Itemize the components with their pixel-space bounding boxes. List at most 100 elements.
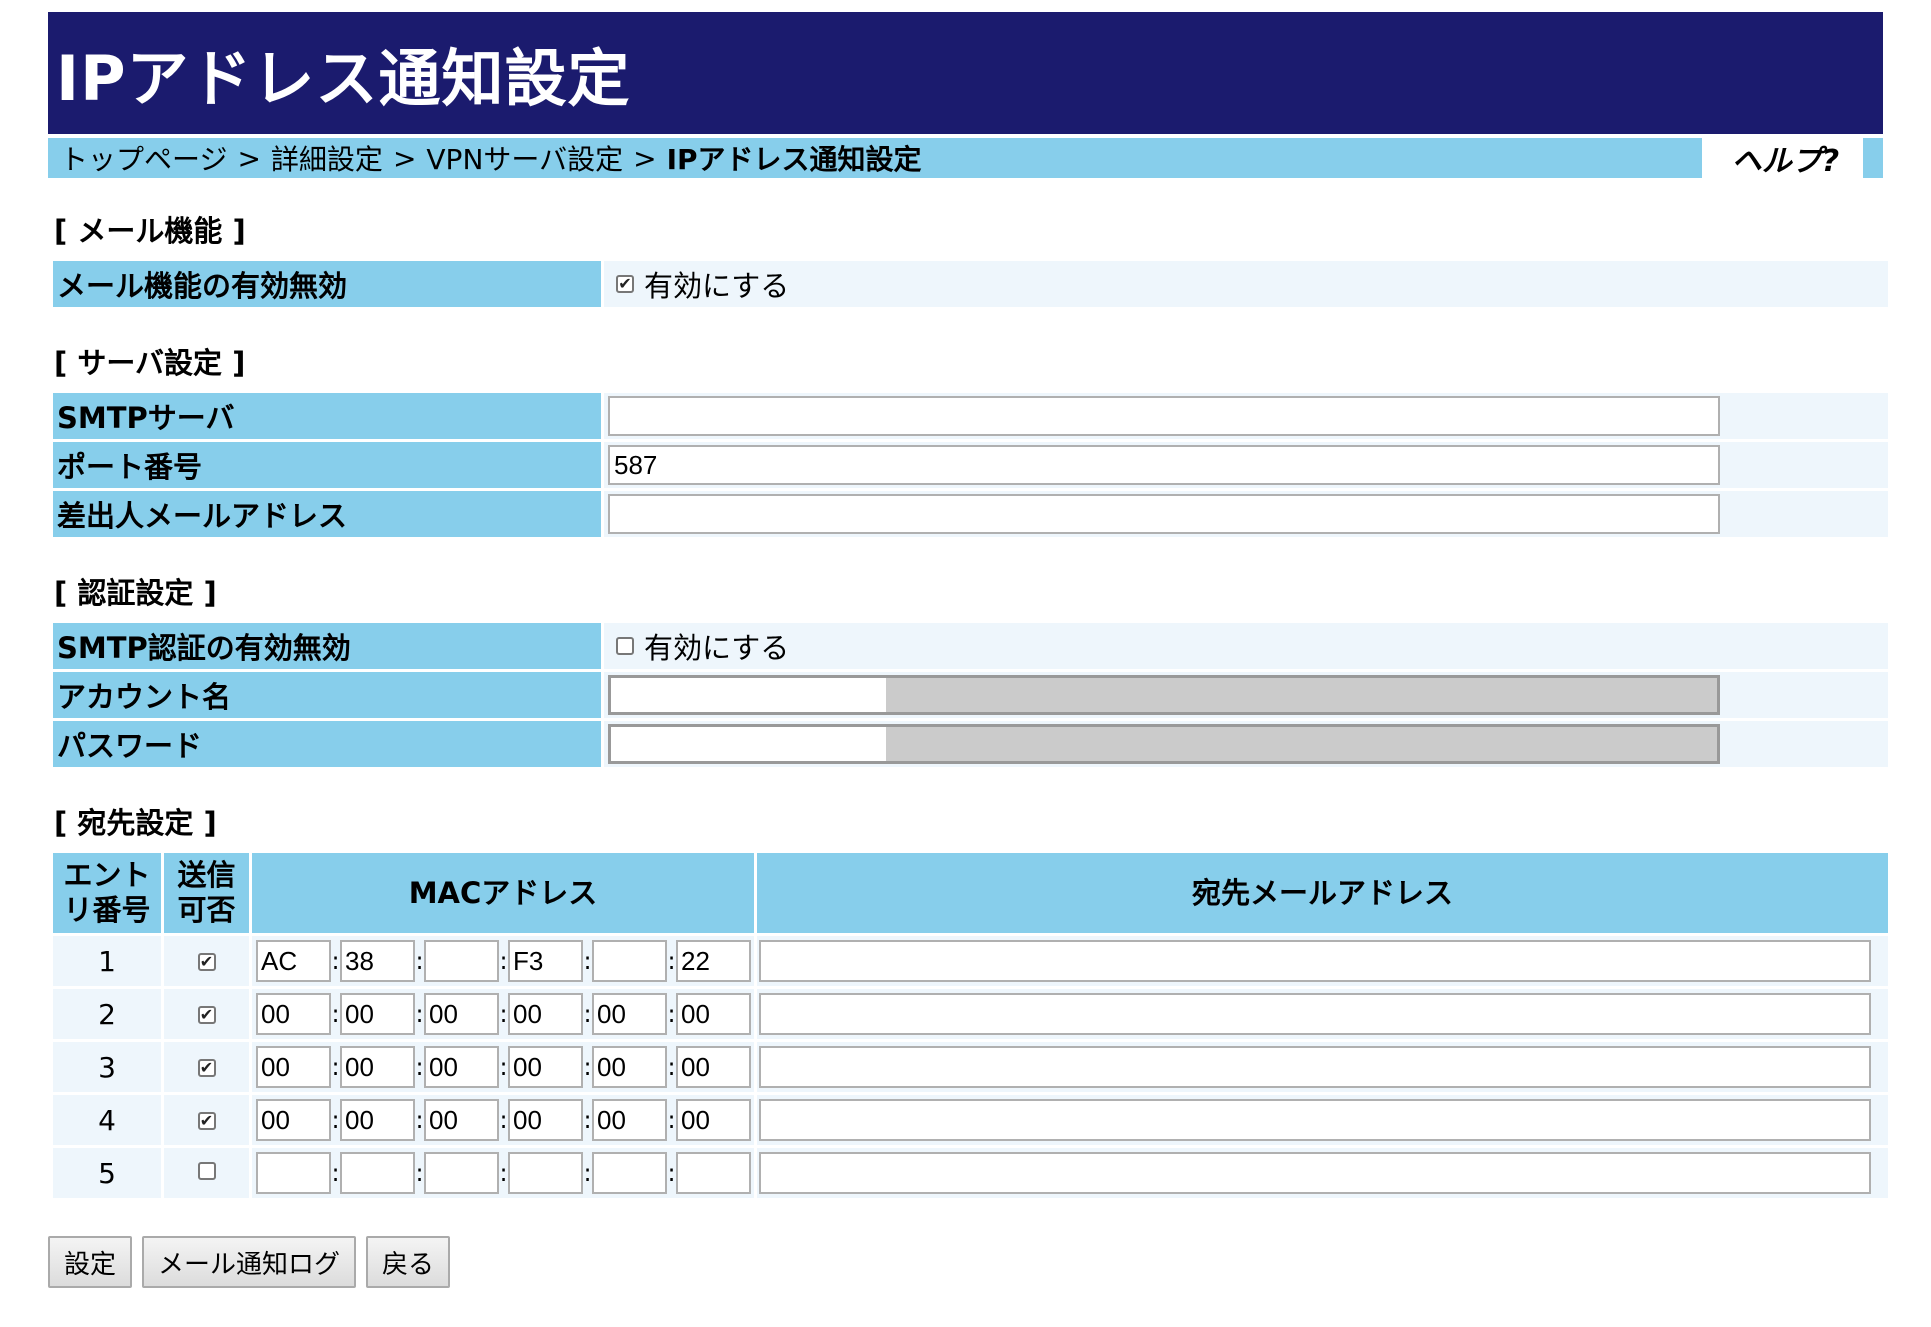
mac-colon: : xyxy=(331,1053,340,1081)
sender-email-label: 差出人メールアドレス xyxy=(53,491,601,537)
mac-segment-input[interactable]: 38 xyxy=(340,940,415,982)
smtp-auth-checkbox[interactable] xyxy=(616,637,634,655)
mac-segment-input[interactable]: 00 xyxy=(676,1046,751,1088)
entry-number: 5 xyxy=(53,1148,161,1198)
mac-segment-input[interactable]: 00 xyxy=(424,993,499,1035)
table-row: 3 ✔ 00:00:00:00:00:00 xyxy=(53,1042,1888,1092)
mac-segment-input[interactable]: 00 xyxy=(340,1099,415,1141)
mac-segment-input[interactable]: 00 xyxy=(508,993,583,1035)
mac-segment-input[interactable]: F3 xyxy=(508,940,583,982)
breadcrumb-item-top[interactable]: トップページ xyxy=(60,138,227,178)
mac-segment-input[interactable]: 00 xyxy=(592,1046,667,1088)
breadcrumb-item-detail[interactable]: 詳細設定 xyxy=(271,138,383,178)
mail-log-button[interactable]: メール通知ログ xyxy=(142,1236,357,1288)
mac-colon: : xyxy=(583,1106,592,1134)
mac-segment-input[interactable]: 00 xyxy=(256,993,331,1035)
mail-cell xyxy=(757,936,1888,986)
breadcrumb-separator: > xyxy=(237,141,261,175)
destination-rows: 1 ✔ AC:38:: F3::22 2 ✔ 00:00:00:00:00:00 3 ✔ 00:0… xyxy=(53,936,1888,1198)
back-button[interactable]: 戻る xyxy=(366,1236,451,1288)
mac-segment-input[interactable]: 00 xyxy=(508,1099,583,1141)
mac-cell: 00:00:00:00:00:00 xyxy=(252,989,754,1039)
mac-segment-input[interactable] xyxy=(424,1152,499,1194)
mac-colon: : xyxy=(583,1159,592,1187)
mac-segment-input[interactable] xyxy=(424,940,499,982)
send-cell: ✔ xyxy=(164,1042,249,1092)
col-mac-header: MACアドレス xyxy=(252,853,754,933)
mac-segment-input[interactable]: 00 xyxy=(676,993,751,1035)
mail-enable-checkbox-label[interactable]: 有効にする xyxy=(644,263,789,305)
mac-segment-input[interactable]: 22 xyxy=(676,940,751,982)
table-row: 5::::: xyxy=(53,1148,1888,1198)
mac-cell: 00:00:00:00:00:00 xyxy=(252,1095,754,1145)
mac-segment-input[interactable]: 00 xyxy=(592,993,667,1035)
port-number-input[interactable]: 587 xyxy=(608,445,1720,485)
col-entry-header-line1: エント xyxy=(63,858,151,893)
breadcrumb-separator: > xyxy=(392,141,417,175)
mac-colon: : xyxy=(667,1159,676,1187)
mac-segment-input[interactable]: 00 xyxy=(424,1046,499,1088)
send-cell: ✔ xyxy=(164,1095,249,1145)
smtp-auth-checkbox-label[interactable]: 有効にする xyxy=(644,625,789,667)
mac-segment-input[interactable]: 00 xyxy=(676,1099,751,1141)
destination-table: エント リ番号 送信 可否 MACアドレス 宛先メールアドレス 1 ✔ AC:38:… xyxy=(50,850,1891,1201)
mac-segment-input[interactable] xyxy=(340,1152,415,1194)
send-checkbox[interactable]: ✔ xyxy=(197,952,216,971)
send-cell: ✔ xyxy=(164,989,249,1039)
account-name-input xyxy=(608,675,1720,715)
sender-email-input[interactable] xyxy=(608,494,1720,534)
mac-segment-input[interactable] xyxy=(508,1152,583,1194)
mac-cell: ::::: xyxy=(252,1148,754,1198)
table-row: 1 ✔ AC:38:: F3::22 xyxy=(53,936,1888,986)
mac-segment-input[interactable] xyxy=(676,1152,751,1194)
mac-cell: AC:38:: F3::22 xyxy=(252,936,754,986)
table-row: 4 ✔ 00:00:00:00:00:00 xyxy=(53,1095,1888,1145)
col-send-header-line1: 送信 xyxy=(177,858,236,893)
server-section-heading: [ サーバ設定 ] xyxy=(54,346,246,380)
mac-segment-input[interactable] xyxy=(256,1152,331,1194)
entry-number: 1 xyxy=(53,936,161,986)
entry-number: 4 xyxy=(53,1095,161,1145)
send-cell: ✔ xyxy=(164,936,249,986)
port-number-label: ポート番号 xyxy=(53,442,601,488)
smtp-auth-label: SMTP認証の有効無効 xyxy=(53,623,601,669)
dest-email-input[interactable] xyxy=(759,993,1871,1035)
dest-section-heading: [ 宛先設定 ] xyxy=(54,806,217,840)
mac-segment-input[interactable]: 00 xyxy=(340,993,415,1035)
send-checkbox[interactable]: ✔ xyxy=(197,1058,216,1077)
help-link[interactable]: ヘルプ? xyxy=(1708,138,1883,179)
page-title: IPアドレス通知設定 xyxy=(56,42,631,115)
mac-segment-input[interactable]: AC xyxy=(256,940,331,982)
mac-segment-input[interactable]: 00 xyxy=(340,1046,415,1088)
mac-colon: : xyxy=(331,1000,340,1028)
mac-cell: 00:00:00:00:00:00 xyxy=(252,1042,754,1092)
dest-email-input[interactable] xyxy=(759,1152,1871,1194)
title-bar: IPアドレス通知設定 xyxy=(48,12,1883,134)
mail-enable-checkbox[interactable]: ✔ xyxy=(616,275,634,293)
mac-colon: : xyxy=(331,1106,340,1134)
mail-cell xyxy=(757,1148,1888,1198)
smtp-server-input[interactable] xyxy=(608,396,1720,436)
send-checkbox[interactable]: ✔ xyxy=(197,1005,216,1024)
breadcrumb-item-vpn[interactable]: VPNサーバ設定 xyxy=(426,138,623,178)
save-button[interactable]: 設定 xyxy=(48,1236,133,1288)
mac-segment-input[interactable]: 00 xyxy=(508,1046,583,1088)
col-entry-header: エント リ番号 xyxy=(53,853,161,933)
mac-colon: : xyxy=(331,1159,340,1187)
send-checkbox[interactable] xyxy=(197,1162,216,1180)
mac-segment-input[interactable] xyxy=(592,1152,667,1194)
send-checkbox[interactable]: ✔ xyxy=(197,1111,216,1130)
auth-settings-table: SMTP認証の有効無効 有効にする アカウント名 パスワード xyxy=(50,620,1891,770)
mac-segment-input[interactable]: 00 xyxy=(592,1099,667,1141)
dest-email-input[interactable] xyxy=(759,940,1871,982)
breadcrumb-bar: トップページ > 詳細設定 > VPNサーバ設定 > IPアドレス通知設定 ヘル… xyxy=(48,138,1883,179)
dest-email-input[interactable] xyxy=(759,1046,1871,1088)
dest-email-input[interactable] xyxy=(759,1099,1871,1141)
mac-colon: : xyxy=(667,1053,676,1081)
mac-segment-input[interactable]: 00 xyxy=(424,1099,499,1141)
mac-segment-input[interactable] xyxy=(592,940,667,982)
password-label: パスワード xyxy=(53,721,601,767)
mac-segment-input[interactable]: 00 xyxy=(256,1046,331,1088)
mail-cell xyxy=(757,1042,1888,1092)
mac-segment-input[interactable]: 00 xyxy=(256,1099,331,1141)
